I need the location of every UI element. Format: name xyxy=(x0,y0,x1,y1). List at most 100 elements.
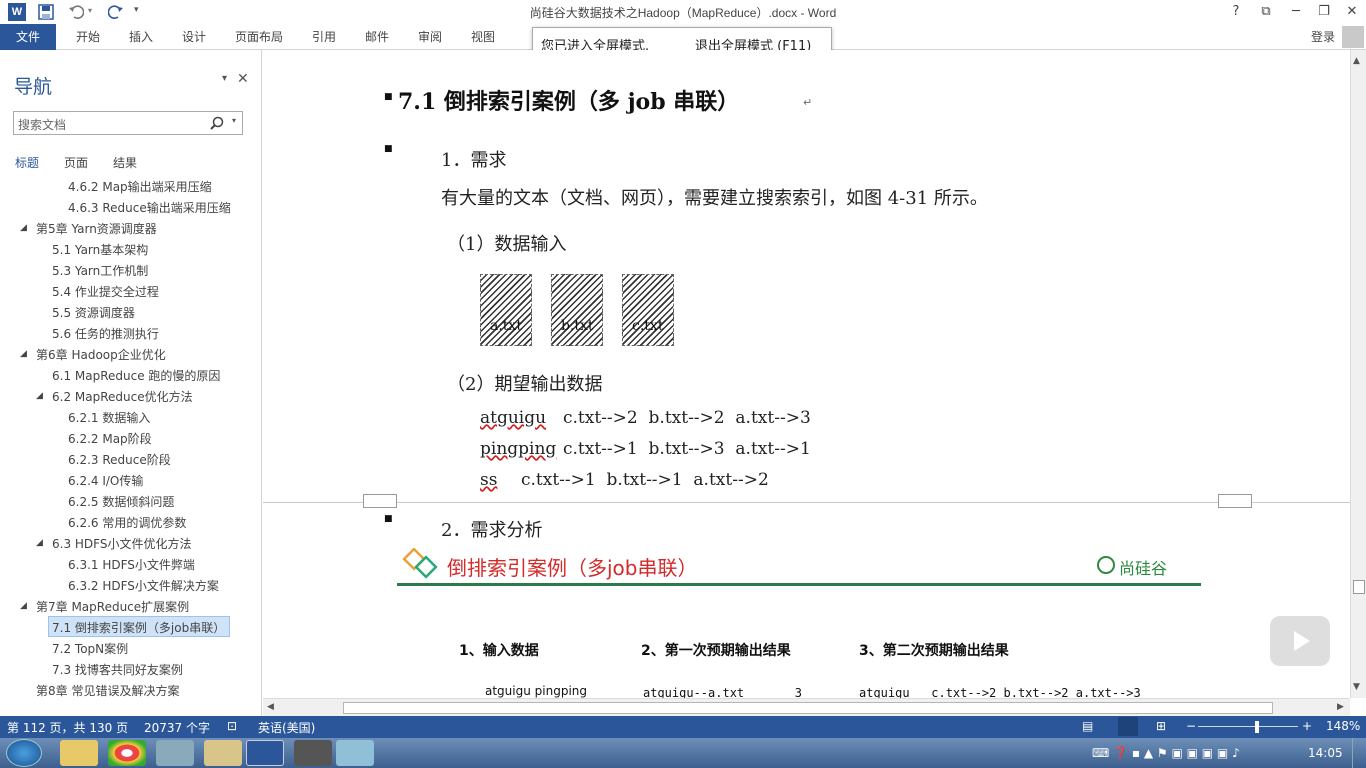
list-bullet-1: ■ xyxy=(384,144,393,154)
nav-tree-item[interactable]: 6.2.6 常用的调优参数 xyxy=(68,514,186,531)
nav-tree-item[interactable]: 6.2.5 数据倾斜问题 xyxy=(68,493,174,510)
page-margin-marker-left xyxy=(363,494,397,508)
nav-tree-item[interactable]: 第5章 Yarn资源调度器 xyxy=(36,220,157,237)
tab-references[interactable]: 引用 xyxy=(312,28,336,45)
tab-insert[interactable]: 插入 xyxy=(129,28,153,45)
tab-mailings[interactable]: 邮件 xyxy=(365,28,389,45)
nav-options-icon[interactable]: ▾ xyxy=(222,73,227,84)
nav-tree-item[interactable]: 第6章 Hadoop企业优化 xyxy=(36,346,166,363)
taskbar-explorer-icon[interactable] xyxy=(60,740,98,766)
file-label-b: b.txt xyxy=(561,318,594,334)
taskbar-clock[interactable]: 14:05 xyxy=(1308,746,1343,760)
heading-bullet: ■ xyxy=(384,92,393,102)
read-mode-icon[interactable]: ▤ xyxy=(1082,719,1093,733)
close-button[interactable]: ✕ xyxy=(1338,2,1366,22)
horizontal-scrollbar[interactable]: ◀ ▶ xyxy=(263,698,1350,716)
vertical-scroll-thumb[interactable] xyxy=(1353,580,1365,594)
nav-tree-item[interactable]: 5.4 作业提交全过程 xyxy=(52,283,159,300)
taskbar-notepad-icon[interactable] xyxy=(336,740,374,766)
nav-tree-item[interactable]: 4.6.3 Reduce输出端采用压缩 xyxy=(68,199,231,216)
video-play-button[interactable] xyxy=(1270,616,1330,666)
nav-close-icon[interactable]: ✕ xyxy=(237,71,249,87)
tab-view[interactable]: 视图 xyxy=(471,28,495,45)
zoom-slider-thumb[interactable] xyxy=(1255,721,1259,733)
nav-search-box[interactable]: 搜索文档 ▾ xyxy=(13,111,243,135)
tab-home[interactable]: 开始 xyxy=(76,28,100,45)
nav-tree-item[interactable]: 6.2.4 I/O传输 xyxy=(68,472,143,489)
tree-collapse-icon[interactable]: ◢ xyxy=(36,391,43,401)
taskbar-word-icon[interactable] xyxy=(246,740,284,766)
zoom-in-icon[interactable]: + xyxy=(1302,719,1312,733)
subsection-2: 2．需求分析 xyxy=(441,520,543,541)
col-cell-2: atguigu--a.txt 3 xyxy=(643,686,802,698)
nav-tree-item[interactable]: 5.3 Yarn工作机制 xyxy=(52,262,148,279)
account-avatar[interactable] xyxy=(1342,26,1364,48)
proofing-icon[interactable]: ⊡ xyxy=(227,719,237,733)
nav-tab-headings[interactable]: 标题 xyxy=(15,154,39,171)
nav-tree-item[interactable]: 6.3.1 HDFS小文件弊端 xyxy=(68,556,195,573)
banner-rule xyxy=(397,583,1201,586)
language[interactable]: 英语(美国) xyxy=(258,719,315,736)
tree-collapse-icon[interactable]: ◢ xyxy=(36,538,43,548)
taskbar-app-icon[interactable] xyxy=(156,740,194,766)
nav-tree-item[interactable]: 5.5 资源调度器 xyxy=(52,304,135,321)
nav-tree-item[interactable]: 6.3.2 HDFS小文件解决方案 xyxy=(68,577,219,594)
web-layout-icon[interactable]: ⊞ xyxy=(1156,719,1166,733)
taskbar-recorder-icon[interactable] xyxy=(294,740,332,766)
tree-collapse-icon[interactable]: ◢ xyxy=(20,223,27,233)
scroll-right-icon[interactable]: ▶ xyxy=(1337,702,1344,712)
zoom-slider[interactable] xyxy=(1198,726,1298,727)
tab-file[interactable]: 文件 xyxy=(0,24,56,50)
search-icon[interactable] xyxy=(210,116,224,130)
minimize-button[interactable]: ─ xyxy=(1282,2,1310,22)
nav-tree-item[interactable]: 5.1 Yarn基本架构 xyxy=(52,241,148,258)
system-tray-icons[interactable]: ⌨ ❓ ▪ ▲ ⚑ ▣ ▣ ▣ ▣ ♪ xyxy=(1092,746,1240,760)
tab-review[interactable]: 审阅 xyxy=(418,28,442,45)
taskbar-paint-icon[interactable] xyxy=(204,740,242,766)
file-icon-b xyxy=(551,274,603,346)
nav-tab-pages[interactable]: 页面 xyxy=(64,154,88,171)
nav-tree-item[interactable]: 第8章 常见错误及解决方案 xyxy=(36,682,179,699)
ribbon-display-options-icon[interactable]: ⧉ xyxy=(1252,2,1280,22)
scroll-down-icon[interactable]: ▼ xyxy=(1353,682,1360,692)
nav-tree-item[interactable]: 7.1 倒排索引案例（多job串联） xyxy=(52,619,225,636)
page-margin-marker-right xyxy=(1218,494,1252,508)
taskbar-chrome-icon[interactable] xyxy=(108,740,146,766)
nav-tab-results[interactable]: 结果 xyxy=(113,154,137,171)
scroll-up-icon[interactable]: ▲ xyxy=(1353,56,1360,66)
login-link[interactable]: 登录 xyxy=(1311,28,1335,45)
show-desktop-button[interactable] xyxy=(1352,738,1366,768)
play-icon xyxy=(1294,631,1310,651)
nav-tree-item[interactable]: 7.3 找博客共同好友案例 xyxy=(52,661,183,678)
nav-tree-item[interactable]: 6.2 MapReduce优化方法 xyxy=(52,388,193,405)
tab-design[interactable]: 设计 xyxy=(182,28,206,45)
start-button[interactable] xyxy=(6,739,42,767)
tab-layout[interactable]: 页面布局 xyxy=(235,28,283,45)
search-dropdown-icon[interactable]: ▾ xyxy=(232,116,236,125)
help-button[interactable]: ? xyxy=(1222,2,1250,22)
zoom-level[interactable]: 148% xyxy=(1326,719,1360,733)
word-count[interactable]: 20737 个字 xyxy=(144,719,210,736)
nav-tree-item[interactable]: 6.3 HDFS小文件优化方法 xyxy=(52,535,191,552)
print-layout-icon[interactable] xyxy=(1118,717,1138,736)
taskbar: ⌨ ❓ ▪ ▲ ⚑ ▣ ▣ ▣ ▣ ♪ 14:05 xyxy=(0,738,1366,768)
nav-tree-item[interactable]: 7.2 TopN案例 xyxy=(52,640,128,657)
vertical-scrollbar[interactable]: ▲ ▼ xyxy=(1350,50,1366,698)
tree-collapse-icon[interactable]: ◢ xyxy=(20,601,27,611)
nav-tree-item[interactable]: 6.2.1 数据输入 xyxy=(68,409,150,426)
nav-tree-item[interactable]: 4.6.2 Map输出端采用压缩 xyxy=(68,178,212,195)
nav-tree-item[interactable]: 第7章 MapReduce扩展案例 xyxy=(36,598,189,615)
scroll-left-icon[interactable]: ◀ xyxy=(267,702,274,712)
nav-tree-item[interactable]: 6.2.3 Reduce阶段 xyxy=(68,451,171,468)
horizontal-scroll-thumb[interactable] xyxy=(343,702,1273,714)
maximize-button[interactable]: ❐ xyxy=(1310,2,1338,22)
page-count[interactable]: 第 112 页，共 130 页 xyxy=(7,719,128,736)
output-values-1: c.txt-->2 b.txt-->2 a.txt-->3 xyxy=(563,408,811,428)
banner-brand: 尚硅谷 xyxy=(1119,559,1168,578)
nav-tree-item[interactable]: 5.6 任务的推测执行 xyxy=(52,325,159,342)
tree-collapse-icon[interactable]: ◢ xyxy=(20,349,27,359)
nav-tree-item[interactable]: 6.2.2 Map阶段 xyxy=(68,430,152,447)
col-cell-1: atguigu pingping xyxy=(485,684,587,698)
nav-tree-item[interactable]: 6.1 MapReduce 跑的慢的原因 xyxy=(52,367,220,384)
zoom-out-icon[interactable]: − xyxy=(1186,719,1196,733)
